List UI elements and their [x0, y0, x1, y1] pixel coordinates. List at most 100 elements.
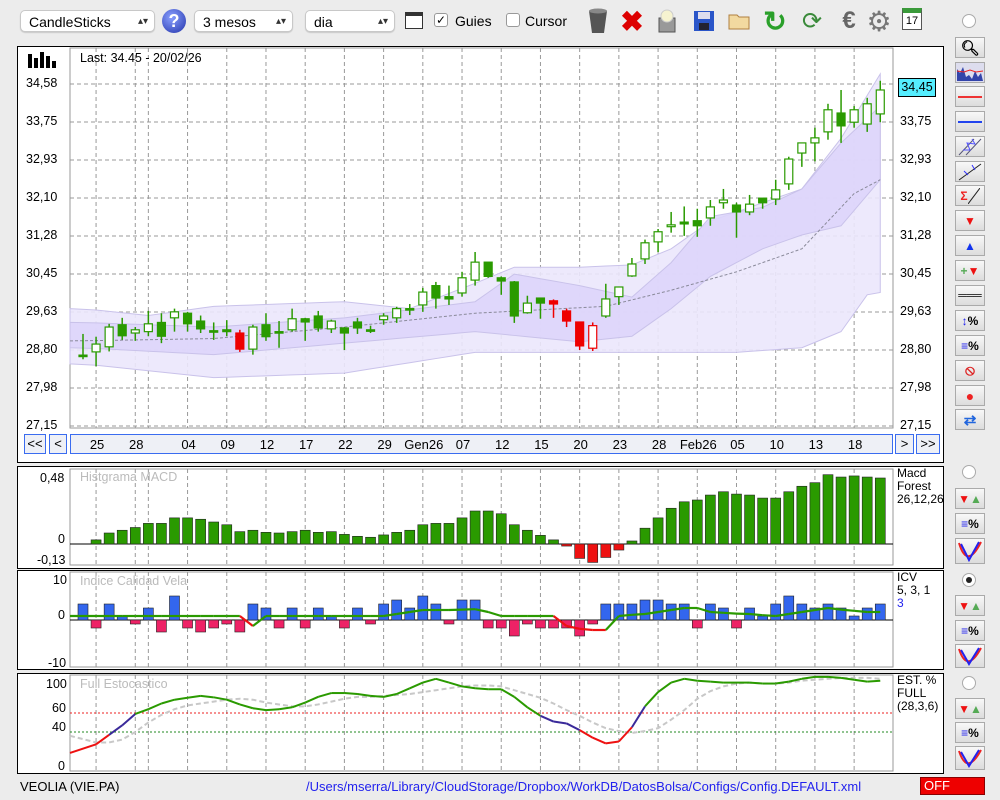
candle-body — [718, 199, 729, 204]
oscillator-icon — [958, 749, 982, 768]
candle-body — [182, 312, 193, 325]
macd-bar — [247, 529, 259, 545]
date-label: 28 — [651, 437, 667, 452]
percent-icon: % — [967, 313, 979, 328]
range-percent-button[interactable]: ↕% — [955, 310, 985, 331]
config-path-link[interactable]: /Users/mserra/Library/CloudStorage/Dropb… — [306, 779, 861, 794]
stoch-k-line-segment — [827, 675, 842, 679]
icv-signal-line-segment — [618, 613, 633, 618]
channel-icon — [958, 138, 982, 155]
stoch-indicator-button[interactable] — [955, 746, 985, 770]
price-tick-left: 34,58 — [26, 76, 58, 90]
icv-bar — [286, 607, 298, 621]
macd-tick: -0,13 — [37, 553, 66, 567]
swap-button[interactable]: ⇄ — [955, 409, 985, 430]
candle-body — [797, 142, 807, 154]
status-off-badge[interactable]: OFF — [920, 777, 985, 795]
stoch-k-line-segment — [697, 679, 711, 683]
stoch-levels-button[interactable]: ≡% — [955, 722, 985, 743]
candle-body — [771, 189, 781, 200]
stochastic-title: Full Estocastico — [80, 677, 168, 691]
lines-icon: ≡ — [961, 338, 969, 353]
icv-indicator-button[interactable] — [955, 644, 985, 668]
macd-bar — [430, 523, 442, 545]
stochastic-panel-radio[interactable] — [962, 676, 976, 690]
clear-button[interactable]: ⦸ — [955, 360, 985, 381]
date-label: 23 — [612, 437, 628, 452]
icv-levels-button[interactable]: ≡% — [955, 620, 985, 641]
date-label: 15 — [534, 437, 549, 452]
stoch-k-line-segment — [200, 694, 214, 699]
macd-bar — [417, 524, 429, 545]
channel-tool-button[interactable] — [955, 136, 985, 157]
candle-body — [836, 112, 846, 127]
blue-line-button[interactable] — [955, 111, 985, 132]
macd-panel-radio[interactable] — [962, 465, 976, 479]
arrow-down-icon: ▼ — [967, 263, 980, 278]
candle-body — [130, 329, 140, 334]
record-button[interactable]: ● — [955, 385, 985, 406]
macd-bar — [143, 523, 154, 545]
date-scroll-strip[interactable]: 25 28 04 09 12 17 22 29 Gen26 07 12 15 20 23 28 Feb26 05… — [70, 434, 893, 454]
nav-last-button[interactable]: >> — [916, 434, 940, 454]
icv-signal-line-segment — [749, 612, 763, 617]
up-arrow-button[interactable]: ▲ — [955, 235, 985, 256]
date-label: 04 — [181, 437, 196, 452]
icv-bar — [208, 619, 219, 629]
signals-button[interactable]: + ▼ — [955, 260, 985, 281]
dashes-icon: ═══ — [958, 289, 982, 302]
blue-line-icon — [958, 120, 982, 123]
zoom-tool-button[interactable]: 🔍︎ — [955, 37, 985, 58]
icv-signals-button[interactable]: ▼ ▲ — [955, 595, 985, 616]
macd-tick: 0 — [58, 532, 65, 546]
stoch-signals-button[interactable]: ▼ ▲ — [955, 698, 985, 719]
price-tick-right: 32,93 — [900, 152, 932, 166]
macd-bar — [182, 517, 193, 545]
bar-chart-icon[interactable] — [28, 52, 60, 71]
candle-body — [418, 291, 428, 306]
dashes-button[interactable]: ═══ — [955, 285, 985, 306]
lines-percent-button[interactable]: ≡% — [955, 335, 985, 356]
nav-first-button[interactable]: << — [24, 434, 46, 454]
macd-bar — [691, 499, 703, 545]
trendline-tool-button[interactable] — [955, 161, 985, 182]
candle-body — [666, 224, 676, 228]
percent-icon: % — [968, 623, 979, 638]
macd-bar — [156, 523, 167, 545]
macd-tick: 0,48 — [40, 471, 65, 485]
price-tick-left: 30,45 — [26, 266, 58, 280]
stoch-k-line-segment — [344, 692, 358, 695]
nav-next-button[interactable]: > — [895, 434, 914, 454]
candle-body — [548, 300, 559, 305]
macd-bar — [731, 493, 742, 545]
macd-bar — [312, 532, 324, 545]
overview-chart-button[interactable] — [955, 62, 985, 83]
macd-bar — [208, 521, 219, 545]
macd-bar — [561, 543, 572, 547]
red-line-button[interactable] — [955, 86, 985, 107]
icv-bar — [143, 607, 154, 621]
macd-bar — [705, 494, 716, 545]
candle-body — [784, 158, 794, 185]
candle-body — [313, 315, 323, 329]
icv-bar — [861, 607, 873, 621]
macd-bar — [195, 518, 206, 545]
macd-signals-button[interactable]: ▼ ▲ — [955, 488, 985, 509]
date-label: 12 — [259, 437, 275, 452]
sum-trendline-button[interactable]: Σ — [955, 185, 985, 206]
macd-levels-button[interactable]: ≡% — [955, 513, 985, 534]
date-label: Feb26 — [679, 437, 717, 452]
date-label: 28 — [129, 437, 144, 452]
icv-panel-radio[interactable] — [962, 573, 976, 587]
nav-prev-button[interactable]: < — [49, 434, 67, 454]
icv-bar — [404, 607, 416, 621]
trendline-icon — [958, 163, 982, 180]
macd-indicator-button[interactable] — [955, 538, 985, 564]
macd-bar — [326, 531, 337, 545]
icv-bar — [391, 599, 402, 621]
price-tick-right: 31,28 — [900, 228, 932, 242]
price-tick-left: 33,75 — [26, 114, 58, 128]
candle-body — [392, 308, 402, 319]
macd-bar — [260, 532, 272, 545]
down-arrow-button[interactable]: ▼ — [955, 210, 985, 231]
